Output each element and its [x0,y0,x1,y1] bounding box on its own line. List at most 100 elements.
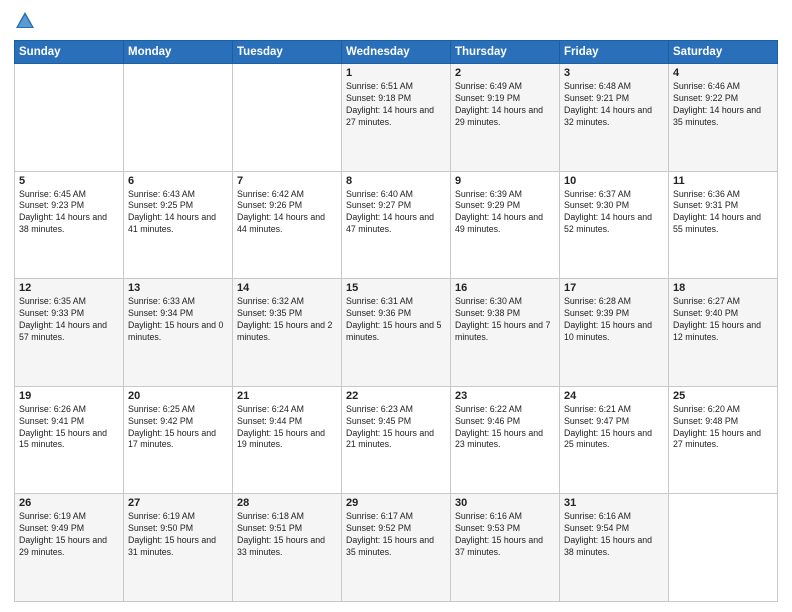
day-number: 16 [455,282,555,294]
col-header-sunday: Sunday [15,41,124,64]
calendar-cell: 23 Sunrise: 6:22 AM Sunset: 9:46 PM Dayli… [451,386,560,494]
calendar-cell: 26Sunrise: 6:19 AM Sunset: 9:49 PM Dayli… [15,494,124,602]
day-info: Sunrise: 6:49 AM Sunset: 9:19 PM Dayligh… [455,81,555,129]
day-number: 2 [455,67,555,79]
day-number: 20 [128,390,228,402]
day-number: 4 [673,67,773,79]
day-number: 30 [455,497,555,509]
calendar-cell [669,494,778,602]
col-header-friday: Friday [560,41,669,64]
day-number: 29 [346,497,446,509]
day-info: Sunrise: 6:32 AM Sunset: 9:35 PM Dayligh… [237,296,337,344]
day-number: 22 [346,390,446,402]
calendar-cell: 31 Sunrise: 6:16 AM Sunset: 9:54 PM Dayli… [560,494,669,602]
day-number: 15 [346,282,446,294]
day-number: 24 [564,390,664,402]
calendar-cell: 19Sunrise: 6:26 AM Sunset: 9:41 PM Dayli… [15,386,124,494]
day-number: 8 [346,175,446,187]
day-info: Sunrise: 6:39 AM Sunset: 9:29 PM Dayligh… [455,189,555,237]
day-info: Sunrise: 6:31 AM Sunset: 9:36 PM Dayligh… [346,296,446,344]
day-info: Sunrise: 6:24 AM Sunset: 9:44 PM Dayligh… [237,404,337,452]
calendar-cell: 3 Sunrise: 6:48 AM Sunset: 9:21 PM Daylig… [560,64,669,172]
calendar-week-1: 1 Sunrise: 6:51 AM Sunset: 9:18 PM Daylig… [15,64,778,172]
day-number: 12 [19,282,119,294]
day-number: 21 [237,390,337,402]
calendar-cell: 7 Sunrise: 6:42 AM Sunset: 9:26 PM Daylig… [233,171,342,279]
day-number: 25 [673,390,773,402]
day-info: Sunrise: 6:22 AM Sunset: 9:46 PM Dayligh… [455,404,555,452]
day-number: 23 [455,390,555,402]
col-header-wednesday: Wednesday [342,41,451,64]
day-number: 26 [19,497,119,509]
col-header-monday: Monday [124,41,233,64]
day-info: Sunrise: 6:16 AM Sunset: 9:53 PM Dayligh… [455,511,555,559]
day-number: 31 [564,497,664,509]
day-number: 28 [237,497,337,509]
calendar-cell: 12 Sunrise: 6:35 AM Sunset: 9:33 PM Dayli… [15,279,124,387]
page: SundayMondayTuesdayWednesdayThursdayFrid… [0,0,792,612]
day-info: Sunrise: 6:16 AM Sunset: 9:54 PM Dayligh… [564,511,664,559]
day-info: Sunrise: 6:48 AM Sunset: 9:21 PM Dayligh… [564,81,664,129]
header [14,10,778,32]
day-number: 5 [19,175,119,187]
calendar-cell: 4 Sunrise: 6:46 AM Sunset: 9:22 PM Daylig… [669,64,778,172]
calendar-table: SundayMondayTuesdayWednesdayThursdayFrid… [14,40,778,602]
day-number: 3 [564,67,664,79]
calendar-cell [233,64,342,172]
day-number: 14 [237,282,337,294]
day-info: Sunrise: 6:45 AM Sunset: 9:23 PM Dayligh… [19,189,119,237]
day-info: Sunrise: 6:23 AM Sunset: 9:45 PM Dayligh… [346,404,446,452]
calendar-cell: 5 Sunrise: 6:45 AM Sunset: 9:23 PM Daylig… [15,171,124,279]
calendar-week-3: 12 Sunrise: 6:35 AM Sunset: 9:33 PM Dayli… [15,279,778,387]
calendar-cell: 28 Sunrise: 6:18 AM Sunset: 9:51 PM Dayli… [233,494,342,602]
calendar-cell: 22 Sunrise: 6:23 AM Sunset: 9:45 PM Dayli… [342,386,451,494]
calendar-cell: 15 Sunrise: 6:31 AM Sunset: 9:36 PM Dayli… [342,279,451,387]
calendar-cell: 14 Sunrise: 6:32 AM Sunset: 9:35 PM Dayli… [233,279,342,387]
calendar-cell: 1 Sunrise: 6:51 AM Sunset: 9:18 PM Daylig… [342,64,451,172]
calendar-cell: 6Sunrise: 6:43 AM Sunset: 9:25 PM Daylig… [124,171,233,279]
calendar-week-5: 26Sunrise: 6:19 AM Sunset: 9:49 PM Dayli… [15,494,778,602]
day-info: Sunrise: 6:17 AM Sunset: 9:52 PM Dayligh… [346,511,446,559]
logo [14,10,40,32]
calendar-cell [15,64,124,172]
calendar-cell: 18 Sunrise: 6:27 AM Sunset: 9:40 PM Dayli… [669,279,778,387]
day-info: Sunrise: 6:25 AM Sunset: 9:42 PM Dayligh… [128,404,228,452]
day-info: Sunrise: 6:28 AM Sunset: 9:39 PM Dayligh… [564,296,664,344]
calendar-cell: 10 Sunrise: 6:37 AM Sunset: 9:30 PM Dayli… [560,171,669,279]
calendar-cell: 13 Sunrise: 6:33 AM Sunset: 9:34 PM Dayli… [124,279,233,387]
calendar-cell: 8Sunrise: 6:40 AM Sunset: 9:27 PM Daylig… [342,171,451,279]
calendar-week-2: 5 Sunrise: 6:45 AM Sunset: 9:23 PM Daylig… [15,171,778,279]
day-number: 7 [237,175,337,187]
day-info: Sunrise: 6:37 AM Sunset: 9:30 PM Dayligh… [564,189,664,237]
calendar-cell: 30 Sunrise: 6:16 AM Sunset: 9:53 PM Dayli… [451,494,560,602]
day-info: Sunrise: 6:18 AM Sunset: 9:51 PM Dayligh… [237,511,337,559]
day-info: Sunrise: 6:35 AM Sunset: 9:33 PM Dayligh… [19,296,119,344]
col-header-saturday: Saturday [669,41,778,64]
day-number: 11 [673,175,773,187]
day-number: 17 [564,282,664,294]
day-number: 19 [19,390,119,402]
col-header-thursday: Thursday [451,41,560,64]
day-info: Sunrise: 6:19 AM Sunset: 9:50 PM Dayligh… [128,511,228,559]
calendar-cell: 17 Sunrise: 6:28 AM Sunset: 9:39 PM Dayli… [560,279,669,387]
day-info: Sunrise: 6:27 AM Sunset: 9:40 PM Dayligh… [673,296,773,344]
calendar-cell: 25Sunrise: 6:20 AM Sunset: 9:48 PM Dayli… [669,386,778,494]
day-number: 9 [455,175,555,187]
day-number: 1 [346,67,446,79]
calendar-cell: 20 Sunrise: 6:25 AM Sunset: 9:42 PM Dayli… [124,386,233,494]
calendar-cell: 9 Sunrise: 6:39 AM Sunset: 9:29 PM Daylig… [451,171,560,279]
day-info: Sunrise: 6:33 AM Sunset: 9:34 PM Dayligh… [128,296,228,344]
day-info: Sunrise: 6:36 AM Sunset: 9:31 PM Dayligh… [673,189,773,237]
day-number: 27 [128,497,228,509]
calendar-cell: 24 Sunrise: 6:21 AM Sunset: 9:47 PM Dayli… [560,386,669,494]
day-info: Sunrise: 6:46 AM Sunset: 9:22 PM Dayligh… [673,81,773,129]
calendar-cell: 11 Sunrise: 6:36 AM Sunset: 9:31 PM Dayli… [669,171,778,279]
calendar-cell: 16 Sunrise: 6:30 AM Sunset: 9:38 PM Dayli… [451,279,560,387]
day-info: Sunrise: 6:51 AM Sunset: 9:18 PM Dayligh… [346,81,446,129]
day-number: 18 [673,282,773,294]
day-info: Sunrise: 6:30 AM Sunset: 9:38 PM Dayligh… [455,296,555,344]
day-number: 10 [564,175,664,187]
day-number: 13 [128,282,228,294]
day-info: Sunrise: 6:21 AM Sunset: 9:47 PM Dayligh… [564,404,664,452]
day-info: Sunrise: 6:42 AM Sunset: 9:26 PM Dayligh… [237,189,337,237]
